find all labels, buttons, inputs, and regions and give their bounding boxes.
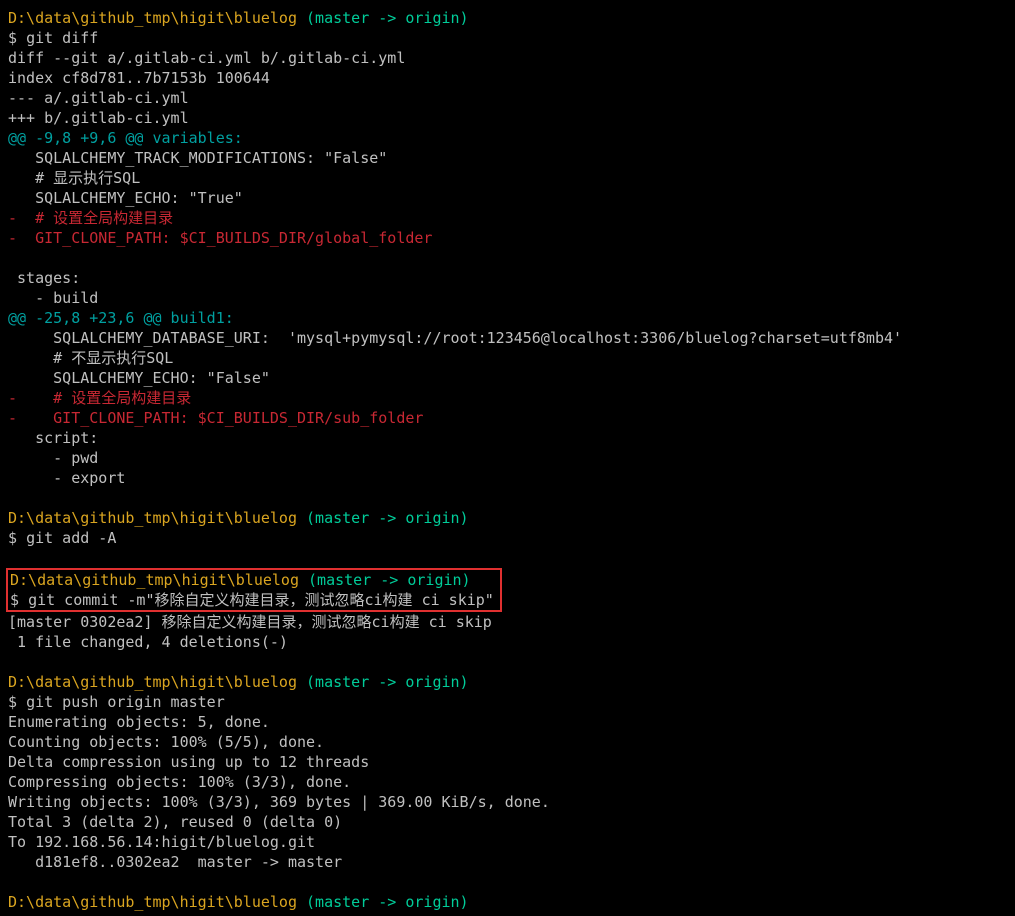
cmd-git-push: git push origin master: [26, 693, 225, 711]
prompt-dollar: $: [8, 693, 26, 711]
prompt-path: D:\data\github_tmp\higit\bluelog: [10, 571, 299, 589]
diff-removed: - # 设置全局构建目录: [8, 388, 1007, 408]
commit-result: 1 file changed, 4 deletions(-): [8, 632, 1007, 652]
diff-context: - pwd: [8, 448, 1007, 468]
cmd-git-diff: git diff: [26, 29, 98, 47]
diff-context: - build: [8, 288, 1007, 308]
diff-context: script:: [8, 428, 1007, 448]
diff-index: index cf8d781..7b7153b 100644: [8, 68, 1007, 88]
push-output: d181ef8..0302ea2 master -> master: [8, 852, 1007, 872]
prompt-branch: (master -> origin): [297, 673, 469, 691]
diff-header: diff --git a/.gitlab-ci.yml b/.gitlab-ci…: [8, 48, 1007, 68]
highlighted-commit-block: D:\data\github_tmp\higit\bluelog (master…: [6, 568, 502, 612]
prompt-path: D:\data\github_tmp\higit\bluelog: [8, 893, 297, 911]
prompt-path: D:\data\github_tmp\higit\bluelog: [8, 673, 297, 691]
prompt-branch: (master -> origin): [297, 893, 469, 911]
diff-file-a: --- a/.gitlab-ci.yml: [8, 88, 1007, 108]
prompt-dollar: $: [10, 591, 28, 609]
prompt-dollar: $: [8, 529, 26, 547]
commit-result: [master 0302ea2] 移除自定义构建目录，测试忽略ci构建 ci s…: [8, 612, 1007, 632]
diff-context: # 不显示执行SQL: [8, 348, 1007, 368]
cmd-git-add: git add -A: [26, 529, 116, 547]
diff-context: SQLALCHEMY_ECHO: "False": [8, 368, 1007, 388]
diff-removed: - GIT_CLONE_PATH: $CI_BUILDS_DIR/global_…: [8, 228, 1007, 248]
prompt-path: D:\data\github_tmp\higit\bluelog: [8, 509, 297, 527]
diff-context: SQLALCHEMY_TRACK_MODIFICATIONS: "False": [8, 148, 1007, 168]
prompt-dollar: $: [8, 29, 26, 47]
terminal-output[interactable]: D:\data\github_tmp\higit\bluelog (master…: [8, 8, 1007, 912]
diff-removed: - # 设置全局构建目录: [8, 208, 1007, 228]
diff-context: - export: [8, 468, 1007, 488]
push-output: Writing objects: 100% (3/3), 369 bytes |…: [8, 792, 1007, 812]
cmd-git-commit: git commit -m"移除自定义构建目录，测试忽略ci构建 ci skip…: [28, 591, 494, 609]
diff-context: SQLALCHEMY_ECHO: "True": [8, 188, 1007, 208]
prompt-branch: (master -> origin): [299, 571, 471, 589]
push-output: Total 3 (delta 2), reused 0 (delta 0): [8, 812, 1007, 832]
push-output: To 192.168.56.14:higit/bluelog.git: [8, 832, 1007, 852]
diff-context: SQLALCHEMY_DATABASE_URI: 'mysql+pymysql:…: [8, 328, 1007, 348]
diff-hunk: @@ -25,8 +23,6 @@ build1:: [8, 308, 1007, 328]
push-output: Counting objects: 100% (5/5), done.: [8, 732, 1007, 752]
push-output: Compressing objects: 100% (3/3), done.: [8, 772, 1007, 792]
diff-removed: - GIT_CLONE_PATH: $CI_BUILDS_DIR/sub_fol…: [8, 408, 1007, 428]
prompt-path: D:\data\github_tmp\higit\bluelog: [8, 9, 297, 27]
diff-context: # 显示执行SQL: [8, 168, 1007, 188]
diff-context: stages:: [8, 268, 1007, 288]
prompt-branch: (master -> origin): [297, 9, 469, 27]
push-output: Delta compression using up to 12 threads: [8, 752, 1007, 772]
diff-file-b: +++ b/.gitlab-ci.yml: [8, 108, 1007, 128]
prompt-branch: (master -> origin): [297, 509, 469, 527]
diff-hunk: @@ -9,8 +9,6 @@ variables:: [8, 128, 1007, 148]
push-output: Enumerating objects: 5, done.: [8, 712, 1007, 732]
